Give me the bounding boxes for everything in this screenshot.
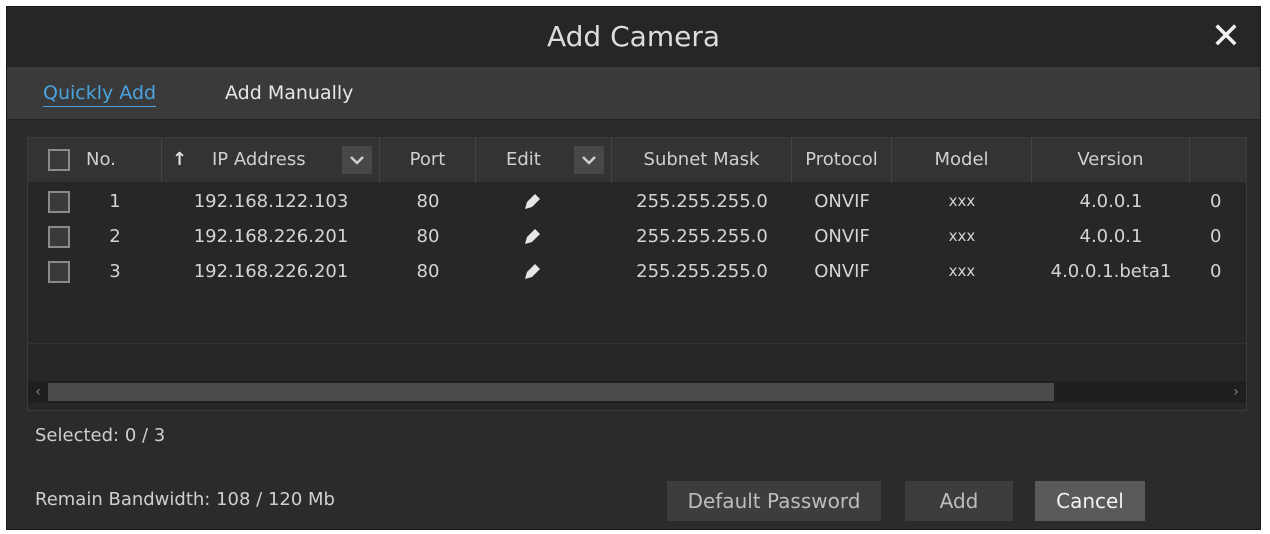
row-divider [28, 343, 1246, 344]
cell-ip: 192.168.122.103 [193, 191, 349, 212]
header-edit-label: Edit [506, 149, 541, 170]
remain-bandwidth: Remain Bandwidth: 108 / 120 Mb [35, 489, 335, 510]
header-protocol[interactable]: Protocol [792, 138, 892, 182]
cell-protocol: ONVIF [814, 191, 870, 212]
cell-model: xxx [948, 227, 976, 245]
chevron-down-icon [350, 156, 364, 165]
tab-label: Add Manually [225, 82, 354, 104]
cell-protocol: ONVIF [814, 261, 870, 282]
table-row[interactable]: 3 192.168.226.201 80 255.255.255.0 ONVIF… [28, 254, 1246, 289]
scroll-left-icon[interactable]: ‹ [28, 381, 48, 403]
cell-version: 4.0.0.1 [1079, 226, 1143, 247]
cell-subnet: 255.255.255.0 [636, 261, 768, 282]
header-port[interactable]: Port [380, 138, 476, 182]
pencil-icon[interactable] [476, 184, 588, 219]
cell-subnet: 255.255.255.0 [636, 226, 768, 247]
table-row[interactable]: 2 192.168.226.201 80 255.255.255.0 ONVIF… [28, 219, 1246, 254]
scroll-right-icon[interactable]: › [1226, 381, 1246, 403]
horizontal-scrollbar[interactable]: ‹ › [28, 381, 1246, 403]
select-all-checkbox[interactable] [48, 149, 70, 171]
cell-subnet: 255.255.255.0 [636, 191, 768, 212]
cell-model: xxx [948, 192, 976, 210]
cell-port: 80 [416, 191, 440, 212]
cell-extra: 0 [1210, 261, 1222, 282]
selected-count: Selected: 0 / 3 [35, 425, 166, 446]
add-camera-dialog: Add Camera ✕ Quickly Add Add Manually No… [6, 6, 1261, 530]
table-row[interactable]: 1 192.168.122.103 80 255.255.255.0 ONVIF… [28, 184, 1246, 219]
edit-dropdown[interactable] [574, 146, 604, 174]
pencil-icon[interactable] [476, 254, 588, 289]
cell-port: 80 [416, 226, 440, 247]
tab-label: Quickly Add [43, 82, 157, 107]
cell-no: 1 [109, 191, 121, 212]
camera-table: No. ↑ IP Address Port Edit Subnet Mask P… [27, 137, 1247, 411]
cell-no: 2 [109, 226, 121, 247]
cell-version: 4.0.0.1.beta1 [1050, 261, 1172, 282]
header-ip-label: IP Address [212, 149, 306, 170]
dialog-title: Add Camera [547, 20, 720, 53]
row-checkbox[interactable] [48, 191, 70, 213]
tab-quickly-add[interactable]: Quickly Add [43, 67, 157, 119]
cell-ip: 192.168.226.201 [193, 261, 349, 282]
cancel-button[interactable]: Cancel [1035, 481, 1145, 521]
header-extra [1190, 138, 1246, 182]
row-checkbox[interactable] [48, 261, 70, 283]
close-icon[interactable]: ✕ [1206, 17, 1246, 57]
cell-extra: 0 [1210, 191, 1222, 212]
header-version[interactable]: Version [1032, 138, 1190, 182]
header-subnet-mask[interactable]: Subnet Mask [612, 138, 792, 182]
cell-ip: 192.168.226.201 [193, 226, 349, 247]
default-password-button[interactable]: Default Password [667, 481, 881, 521]
header-model[interactable]: Model [892, 138, 1032, 182]
scroll-thumb[interactable] [48, 383, 1054, 401]
table-header: No. ↑ IP Address Port Edit Subnet Mask P… [28, 138, 1246, 182]
tab-add-manually[interactable]: Add Manually [225, 67, 353, 119]
row-checkbox[interactable] [48, 226, 70, 248]
header-ip-address[interactable]: ↑ IP Address [162, 138, 380, 182]
cell-no: 3 [109, 261, 121, 282]
cell-port: 80 [416, 261, 440, 282]
header-edit[interactable]: Edit [476, 138, 612, 182]
header-no[interactable]: No. [78, 138, 162, 182]
sort-arrow-icon[interactable]: ↑ [172, 138, 187, 182]
pencil-icon[interactable] [476, 219, 588, 254]
ip-filter-dropdown[interactable] [342, 146, 372, 174]
cell-protocol: ONVIF [814, 226, 870, 247]
cell-model: xxx [948, 262, 976, 280]
title-bar: Add Camera ✕ [7, 7, 1260, 67]
chevron-down-icon [582, 156, 596, 165]
cell-extra: 0 [1210, 226, 1222, 247]
cell-version: 4.0.0.1 [1079, 191, 1143, 212]
add-button[interactable]: Add [905, 481, 1013, 521]
tab-bar: Quickly Add Add Manually [7, 67, 1260, 120]
